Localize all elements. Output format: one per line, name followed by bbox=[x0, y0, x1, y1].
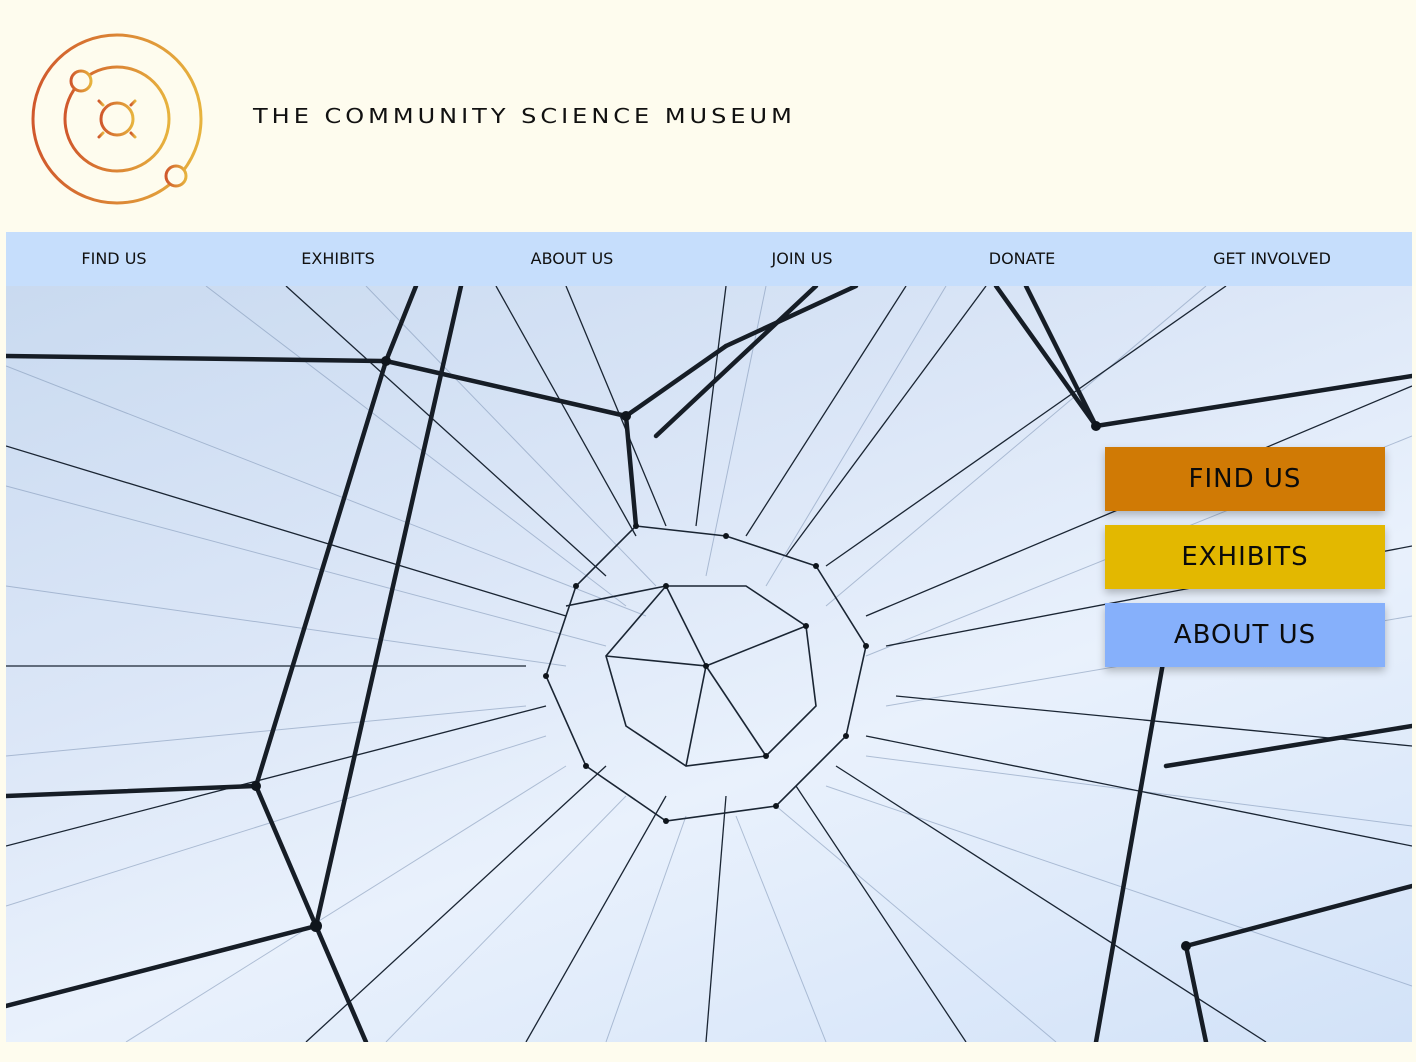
nav-item-about-us[interactable]: ABOUT US bbox=[531, 232, 614, 286]
nav-item-exhibits[interactable]: EXHIBITS bbox=[301, 232, 374, 286]
site-title: THE COMMUNITY SCIENCE MUSEUM bbox=[253, 104, 796, 128]
nav-item-donate[interactable]: DONATE bbox=[989, 232, 1055, 286]
exhibits-button[interactable]: EXHIBITS bbox=[1105, 525, 1385, 589]
hero-image: FIND US EXHIBITS ABOUT US bbox=[6, 286, 1412, 1042]
main-nav: FIND US EXHIBITS ABOUT US JOIN US DONATE… bbox=[6, 232, 1412, 286]
site-header: THE COMMUNITY SCIENCE MUSEUM bbox=[0, 0, 1416, 232]
orbit-sun-logo-icon[interactable] bbox=[28, 30, 206, 208]
find-us-button[interactable]: FIND US bbox=[1105, 447, 1385, 511]
about-us-button[interactable]: ABOUT US bbox=[1105, 603, 1385, 667]
nav-item-get-involved[interactable]: GET INVOLVED bbox=[1213, 232, 1331, 286]
nav-item-join-us[interactable]: JOIN US bbox=[772, 232, 833, 286]
nav-item-find-us[interactable]: FIND US bbox=[81, 232, 146, 286]
